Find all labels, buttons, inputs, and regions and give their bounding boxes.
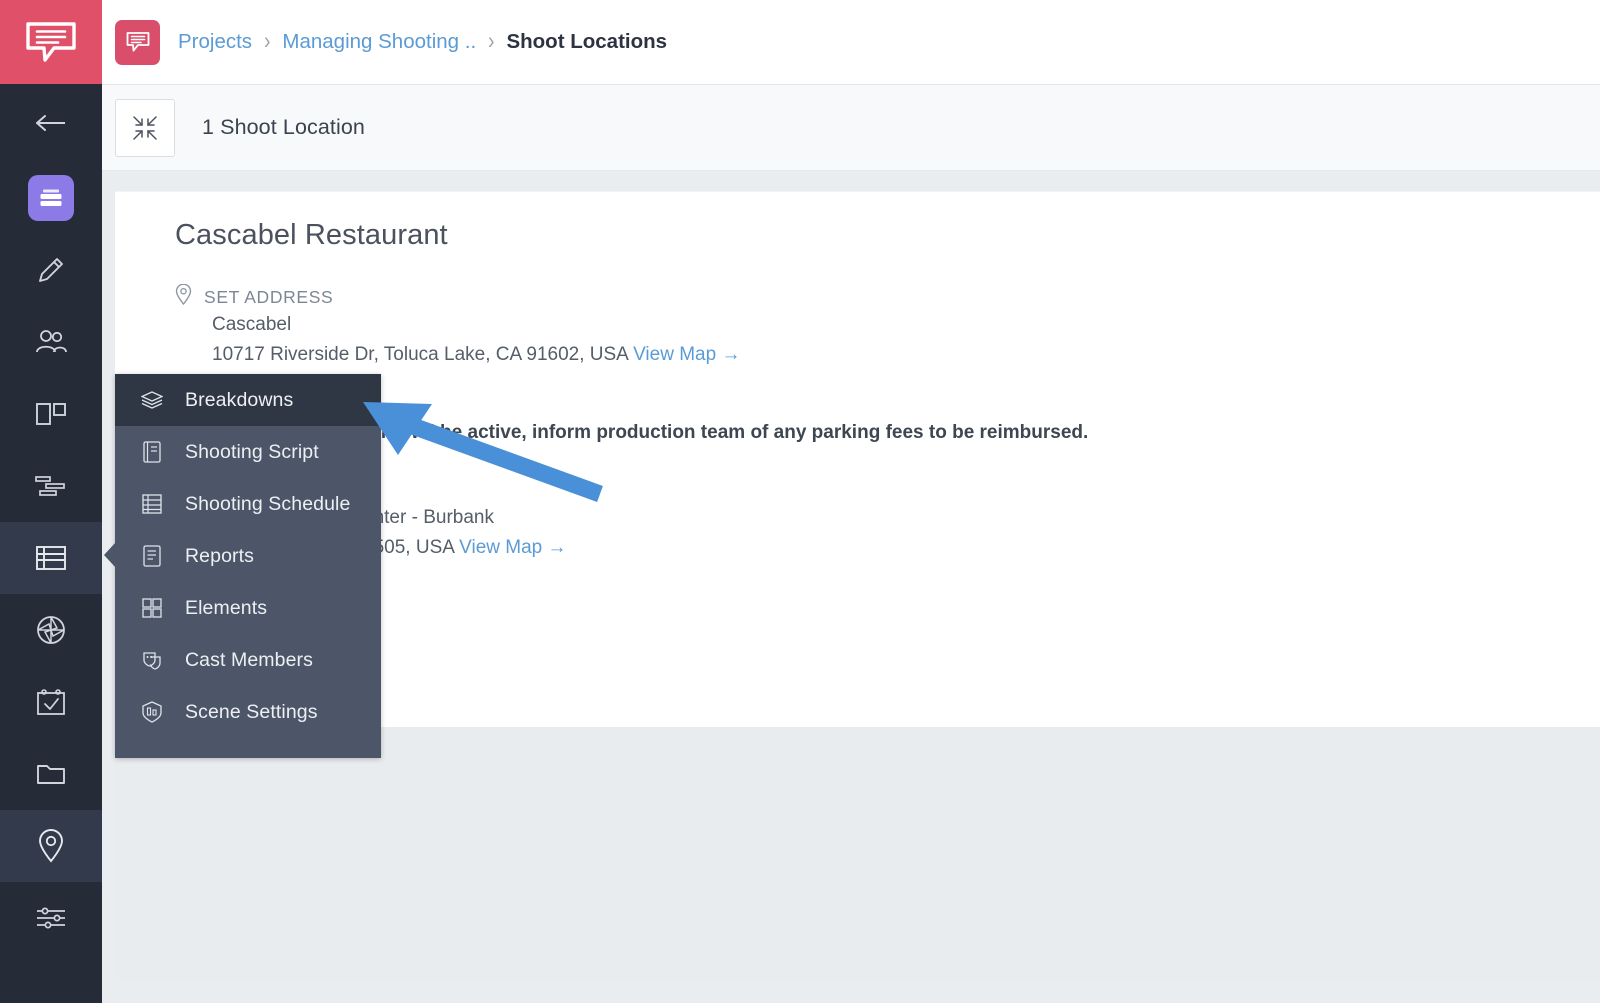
flyout-pointer-notch <box>104 542 116 568</box>
hospital-map-arrow-icon: → <box>547 537 567 558</box>
layers-cards-icon <box>40 189 62 206</box>
rail-item-shoot-locations[interactable] <box>0 810 102 882</box>
bottom-strip <box>115 727 1600 980</box>
rail-item-files[interactable] <box>0 738 102 810</box>
collapse-all-button[interactable] <box>115 98 175 157</box>
breadcrumb-separator-2: › <box>488 28 495 55</box>
menu-item-reports[interactable]: Reports <box>115 530 381 582</box>
collapse-inward-icon <box>133 115 157 140</box>
back-arrow-icon <box>36 115 65 131</box>
breadcrumb-project-logo[interactable] <box>115 19 160 65</box>
breadcrumb: Projects › Managing Shooting .. › Shoot … <box>178 28 668 55</box>
menu-item-label: Shooting Script <box>185 440 319 463</box>
storyboard-icon <box>36 403 66 425</box>
set-address-map-arrow-icon: → <box>721 344 741 365</box>
schedule-rows-icon <box>141 494 163 514</box>
set-address-venue: Cascabel <box>212 314 292 335</box>
location-pin-icon <box>175 283 192 310</box>
menu-item-cast-members[interactable]: Cast Members <box>115 634 381 686</box>
menu-item-label: Reports <box>185 544 254 567</box>
rail-item-shot-list[interactable] <box>0 594 102 666</box>
toolbar-spacer-band <box>102 171 1600 191</box>
hospital-view-map-link[interactable]: View Map <box>459 537 542 558</box>
menu-item-label: Elements <box>185 596 268 619</box>
report-page-icon <box>141 545 163 567</box>
rail-active-badge <box>28 175 74 221</box>
rail-item-breakdowns[interactable] <box>0 522 102 594</box>
rail-item-back[interactable] <box>0 84 102 162</box>
breadcrumb-item-project[interactable]: Managing Shooting .. <box>282 30 476 54</box>
breakdowns-flyout-menu: Breakdowns Shooting Script Shooting Sche… <box>104 374 381 758</box>
set-address-heading-row: SET ADDRESS <box>175 283 740 310</box>
page-bottom-area <box>102 727 1600 1003</box>
breadcrumb-item-current: Shoot Locations <box>506 30 668 53</box>
rail-item-stripboard[interactable] <box>0 450 102 522</box>
layers-stack-icon <box>141 391 163 409</box>
breadcrumb-separator-1: › <box>264 28 271 55</box>
grid-blocks-icon <box>141 598 163 618</box>
page-title: Cascabel Restaurant <box>175 219 448 251</box>
toolbar: 1 Shoot Location <box>102 85 1600 171</box>
menu-item-label: Scene Settings <box>185 700 318 723</box>
set-address-street: 10717 Riverside Dr, Toluca Lake, CA 9160… <box>212 344 628 365</box>
sliders-icon <box>37 907 65 929</box>
folder-icon <box>37 765 65 784</box>
users-icon <box>36 330 67 353</box>
menu-item-label: Breakdowns <box>185 388 294 411</box>
menu-item-label: Cast Members <box>185 648 313 671</box>
menu-item-label: Shooting Schedule <box>185 492 351 515</box>
app-root: Projects › Managing Shooting .. › Shoot … <box>0 0 1600 1003</box>
breadcrumb-bar: Projects › Managing Shooting .. › Shoot … <box>102 0 1600 85</box>
left-nav-rail <box>0 0 102 1003</box>
gantt-icon <box>35 476 65 496</box>
calendar-check-icon <box>37 689 65 715</box>
speech-bubble-icon <box>126 32 149 52</box>
menu-item-scene-settings[interactable]: Scene Settings <box>115 686 381 738</box>
scene-shield-icon <box>141 701 163 723</box>
rail-item-schedule[interactable] <box>0 666 102 738</box>
set-address-view-map-link[interactable]: View Map <box>633 344 716 365</box>
menu-item-breakdowns[interactable]: Breakdowns <box>115 374 381 426</box>
rail-item-characters[interactable] <box>0 306 102 378</box>
menu-item-elements[interactable]: Elements <box>115 582 381 634</box>
rail-item-project-overview[interactable] <box>0 162 102 234</box>
menu-item-shooting-script[interactable]: Shooting Script <box>115 426 381 478</box>
theater-masks-icon <box>141 649 163 671</box>
shoot-location-count: 1 Shoot Location <box>202 115 365 139</box>
list-rows-icon <box>36 546 66 570</box>
rail-item-script-editor[interactable] <box>0 234 102 306</box>
rail-item-settings[interactable] <box>0 882 102 954</box>
rail-item-storyboard[interactable] <box>0 378 102 450</box>
app-logo[interactable] <box>0 0 102 84</box>
speech-bubble-logo-icon <box>26 22 76 62</box>
set-address-block: SET ADDRESS Cascabel 10717 Riverside Dr,… <box>175 283 740 370</box>
aperture-icon <box>37 616 65 644</box>
menu-item-shooting-schedule[interactable]: Shooting Schedule <box>115 478 381 530</box>
set-address-street-row: 10717 Riverside Dr, Toluca Lake, CA 9160… <box>212 340 740 370</box>
script-page-icon <box>141 441 163 463</box>
pencil-icon <box>39 258 63 282</box>
breadcrumb-item-projects[interactable]: Projects <box>178 30 252 54</box>
set-address-heading: SET ADDRESS <box>204 286 334 307</box>
location-pin-icon <box>39 829 63 863</box>
